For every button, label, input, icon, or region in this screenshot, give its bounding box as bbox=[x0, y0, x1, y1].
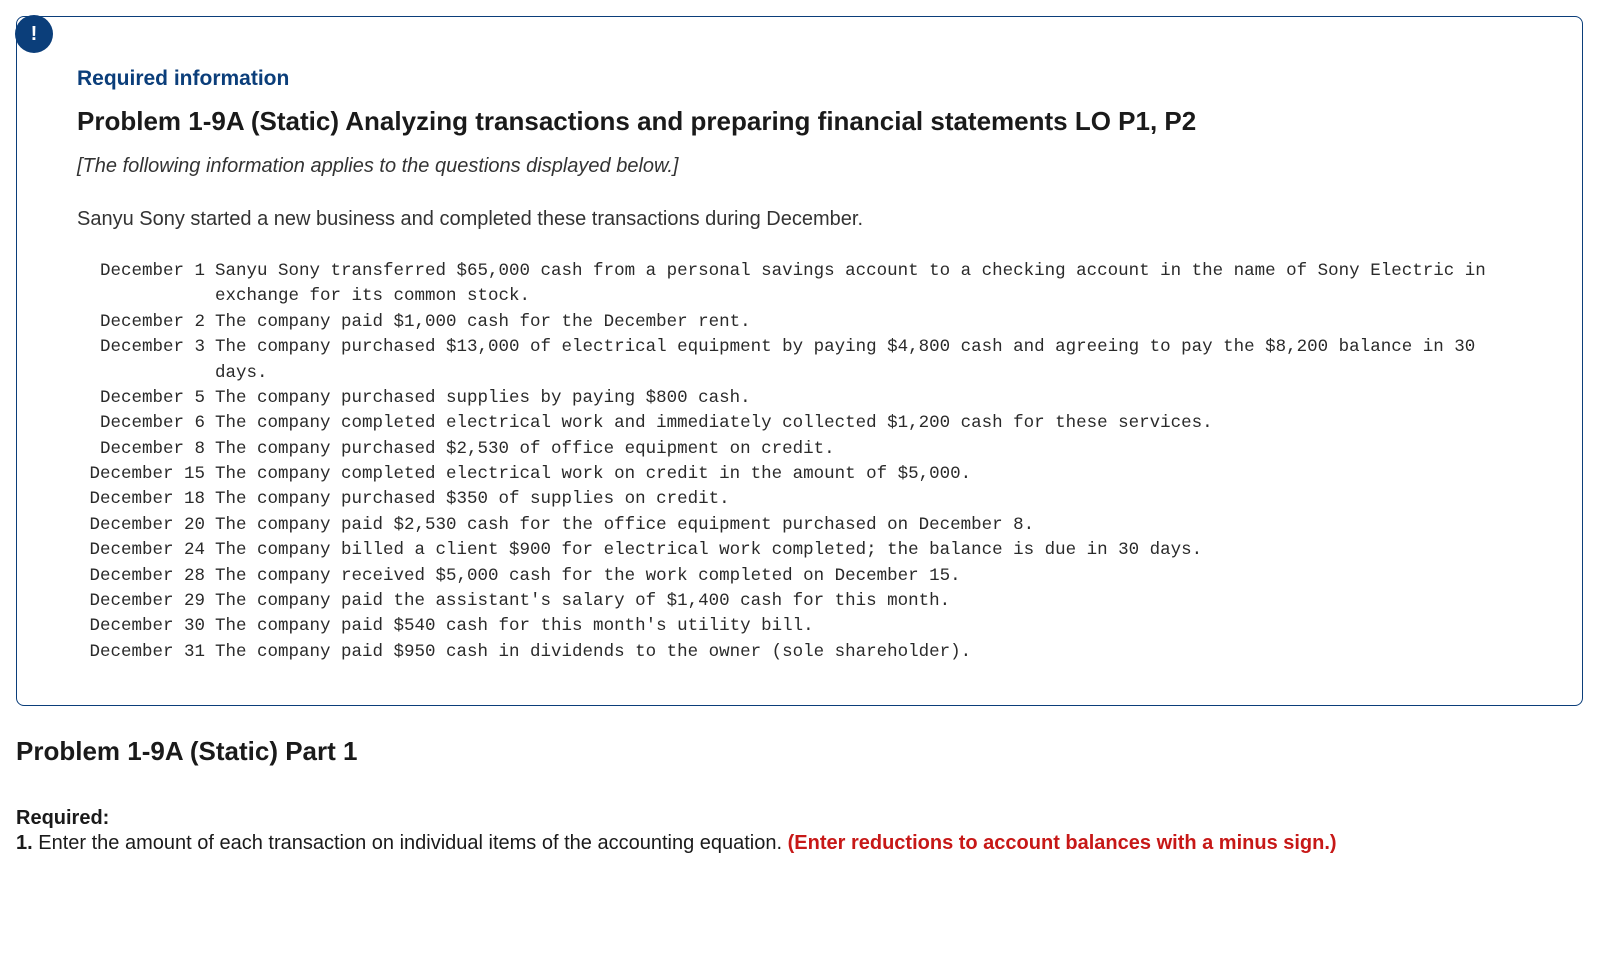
transaction-desc: The company paid the assistant's salary … bbox=[215, 589, 1522, 614]
transaction-date: December 29 bbox=[77, 589, 215, 614]
transaction-row: December 3The company purchased $13,000 … bbox=[77, 335, 1522, 386]
transaction-date: December 28 bbox=[77, 564, 215, 589]
transaction-row: December 2The company paid $1,000 cash f… bbox=[77, 310, 1522, 335]
transaction-desc: The company paid $950 cash in dividends … bbox=[215, 640, 1522, 665]
transaction-desc: The company received $5,000 cash for the… bbox=[215, 564, 1522, 589]
transaction-date: December 30 bbox=[77, 614, 215, 639]
alert-icon-glyph: ! bbox=[31, 23, 38, 46]
transaction-date: December 3 bbox=[77, 335, 215, 386]
transaction-date: December 20 bbox=[77, 513, 215, 538]
transaction-date: December 6 bbox=[77, 411, 215, 436]
transaction-row: December 6The company completed electric… bbox=[77, 411, 1522, 436]
transaction-row: December 18The company purchased $350 of… bbox=[77, 487, 1522, 512]
transactions-table: December 1Sanyu Sony transferred $65,000… bbox=[77, 259, 1522, 665]
required-information-box: ! Required information Problem 1-9A (Sta… bbox=[16, 16, 1583, 706]
transaction-date: December 2 bbox=[77, 310, 215, 335]
problem-title: Problem 1-9A (Static) Analyzing transact… bbox=[77, 106, 1522, 137]
transaction-desc: Sanyu Sony transferred $65,000 cash from… bbox=[215, 259, 1522, 310]
part-title: Problem 1-9A (Static) Part 1 bbox=[16, 736, 1583, 767]
transaction-row: December 15The company completed electri… bbox=[77, 462, 1522, 487]
transaction-desc: The company paid $1,000 cash for the Dec… bbox=[215, 310, 1522, 335]
transaction-desc: The company purchased supplies by paying… bbox=[215, 386, 1522, 411]
required-section: Required: 1. Enter the amount of each tr… bbox=[16, 807, 1583, 857]
transaction-row: December 24The company billed a client $… bbox=[77, 538, 1522, 563]
transaction-date: December 5 bbox=[77, 386, 215, 411]
transaction-row: December 29The company paid the assistan… bbox=[77, 589, 1522, 614]
lead-text: Sanyu Sony started a new business and co… bbox=[77, 208, 1522, 231]
transaction-desc: The company purchased $350 of supplies o… bbox=[215, 487, 1522, 512]
transaction-desc: The company completed electrical work an… bbox=[215, 411, 1522, 436]
transaction-date: December 31 bbox=[77, 640, 215, 665]
transaction-date: December 15 bbox=[77, 462, 215, 487]
transaction-desc: The company purchased $13,000 of electri… bbox=[215, 335, 1522, 386]
transaction-desc: The company billed a client $900 for ele… bbox=[215, 538, 1522, 563]
transaction-row: December 31The company paid $950 cash in… bbox=[77, 640, 1522, 665]
applies-note: [The following information applies to th… bbox=[77, 155, 1522, 178]
item-text: Enter the amount of each transaction on … bbox=[33, 832, 788, 854]
transaction-row: December 30The company paid $540 cash fo… bbox=[77, 614, 1522, 639]
transaction-date: December 18 bbox=[77, 487, 215, 512]
transaction-desc: The company paid $2,530 cash for the off… bbox=[215, 513, 1522, 538]
required-item: 1. Enter the amount of each transaction … bbox=[16, 830, 1583, 857]
required-information-label: Required information bbox=[77, 67, 1522, 91]
transaction-desc: The company completed electrical work on… bbox=[215, 462, 1522, 487]
transaction-desc: The company paid $540 cash for this mont… bbox=[215, 614, 1522, 639]
transaction-row: December 20The company paid $2,530 cash … bbox=[77, 513, 1522, 538]
item-emphasis: (Enter reductions to account balances wi… bbox=[788, 832, 1337, 854]
transaction-row: December 5The company purchased supplies… bbox=[77, 386, 1522, 411]
transaction-row: December 28The company received $5,000 c… bbox=[77, 564, 1522, 589]
transaction-desc: The company purchased $2,530 of office e… bbox=[215, 437, 1522, 462]
item-number: 1. bbox=[16, 832, 33, 854]
required-label: Required: bbox=[16, 807, 1583, 830]
transaction-row: December 8The company purchased $2,530 o… bbox=[77, 437, 1522, 462]
transaction-date: December 8 bbox=[77, 437, 215, 462]
transaction-date: December 24 bbox=[77, 538, 215, 563]
transaction-date: December 1 bbox=[77, 259, 215, 310]
alert-icon: ! bbox=[15, 15, 53, 53]
transaction-row: December 1Sanyu Sony transferred $65,000… bbox=[77, 259, 1522, 310]
